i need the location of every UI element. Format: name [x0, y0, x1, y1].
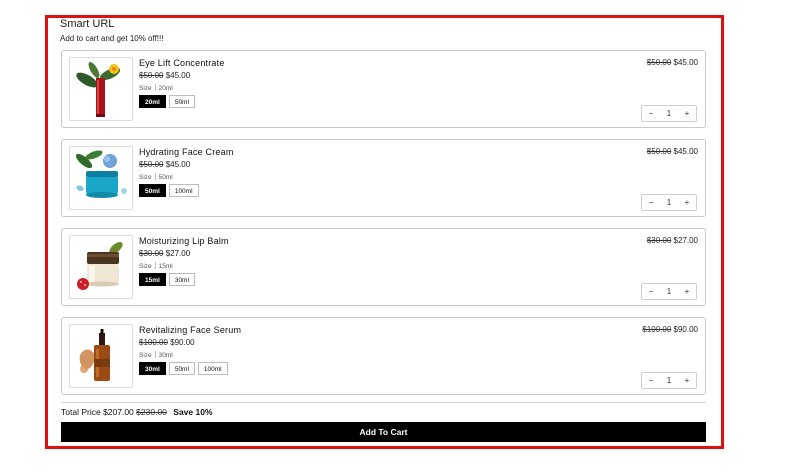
sale-price: $45.00	[165, 160, 191, 169]
increase-button[interactable]: +	[678, 109, 696, 118]
product-name[interactable]: Hydrating Face Cream	[139, 147, 234, 157]
total-original-price: $230.00	[136, 407, 167, 417]
size-option-20ml[interactable]: 20ml	[139, 95, 166, 108]
product-card-face-cream: Hydrating Face Cream $50.00 $45.00 Size 5…	[61, 139, 706, 217]
quantity-stepper: − 1 +	[641, 372, 697, 389]
product-name[interactable]: Revitalizing Face Serum	[139, 325, 241, 335]
quantity-stepper: − 1 +	[641, 283, 697, 300]
add-to-cart-button[interactable]: Add To Cart	[61, 422, 706, 442]
save-badge: Save 10%	[173, 407, 213, 417]
sale-price-right: $45.00	[673, 58, 698, 67]
total-label: Total Price	[61, 407, 101, 417]
size-options: 30ml 50ml 100ml	[139, 362, 228, 375]
size-value: 50ml	[158, 174, 173, 181]
quantity-value[interactable]: 1	[660, 287, 678, 296]
size-option-30ml[interactable]: 30ml	[168, 273, 195, 286]
widget-subtitle: Add to cart and get 10% off!!!	[60, 34, 164, 43]
product-image-face-cream[interactable]	[69, 146, 133, 210]
size-label: Size	[139, 263, 152, 270]
sale-price-right: $90.00	[673, 325, 698, 334]
quantity-stepper: − 1 +	[641, 105, 697, 122]
product-card-eye-lift: Eye Lift Concentrate $50.00 $45.00 Size 2…	[61, 50, 706, 128]
decrease-button[interactable]: −	[642, 287, 660, 296]
original-price-right: $50.00	[646, 58, 672, 67]
increase-button[interactable]: +	[678, 376, 696, 385]
sale-price-right: $27.00	[673, 236, 698, 245]
original-price-right: $100.00	[642, 325, 672, 334]
widget-title: Smart URL	[60, 18, 115, 30]
original-price: $30.00	[139, 249, 164, 258]
size-label-line: Size 15ml	[139, 262, 173, 270]
sale-price: $27.00	[165, 249, 191, 258]
original-price: $100.00	[139, 338, 168, 347]
size-option-100ml[interactable]: 100ml	[197, 362, 228, 375]
eye-lift-product-icon	[76, 62, 121, 117]
product-card-lip-balm: Moisturizing Lip Balm $30.00 $27.00 Size…	[61, 228, 706, 306]
sale-price-right: $45.00	[673, 147, 698, 156]
product-image-lip-balm[interactable]	[69, 235, 133, 299]
decrease-button[interactable]: −	[642, 198, 660, 207]
original-price: $50.00	[139, 160, 164, 169]
product-price-line: $50.00 $45.00	[139, 160, 190, 169]
total-price-line: Total Price $207.00 $230.00 Save 10%	[61, 407, 213, 417]
original-price-right: $30.00	[646, 236, 672, 245]
product-name[interactable]: Eye Lift Concentrate	[139, 58, 225, 68]
right-price-line: $50.00 $45.00	[647, 147, 698, 156]
original-price-right: $50.00	[646, 147, 672, 156]
quantity-value[interactable]: 1	[660, 376, 678, 385]
right-price-line: $100.00 $90.00	[642, 325, 698, 334]
size-value: 20ml	[158, 85, 173, 92]
decrease-button[interactable]: −	[642, 109, 660, 118]
size-options: 50ml 100ml	[139, 184, 199, 197]
size-value: 15ml	[158, 263, 173, 270]
lip-balm-product-icon	[77, 242, 123, 290]
size-options: 15ml 30ml	[139, 273, 195, 286]
quantity-value[interactable]: 1	[660, 109, 678, 118]
size-option-30ml[interactable]: 30ml	[139, 362, 166, 375]
size-label: Size	[139, 174, 152, 181]
right-price-line: $30.00 $27.00	[647, 236, 698, 245]
size-value: 30ml	[158, 352, 173, 359]
product-price-line: $30.00 $27.00	[139, 249, 190, 258]
product-price-line: $50.00 $45.00	[139, 71, 190, 80]
size-option-50ml[interactable]: 50ml	[168, 362, 195, 375]
product-image-face-serum[interactable]	[69, 324, 133, 388]
size-options: 20ml 50ml	[139, 95, 195, 108]
total-price: $207.00	[103, 407, 134, 417]
product-image-eye-lift[interactable]	[69, 57, 133, 121]
increase-button[interactable]: +	[678, 287, 696, 296]
quantity-stepper: − 1 +	[641, 194, 697, 211]
size-option-15ml[interactable]: 15ml	[139, 273, 166, 286]
size-label-line: Size 20ml	[139, 84, 173, 92]
product-price-line: $100.00 $90.00	[139, 338, 195, 347]
increase-button[interactable]: +	[678, 198, 696, 207]
size-option-100ml[interactable]: 100ml	[168, 184, 199, 197]
decrease-button[interactable]: −	[642, 376, 660, 385]
original-price: $50.00	[139, 71, 164, 80]
sale-price: $90.00	[170, 338, 195, 347]
quantity-value[interactable]: 1	[660, 198, 678, 207]
right-price-line: $50.00 $45.00	[647, 58, 698, 67]
face-cream-product-icon	[75, 150, 127, 198]
size-option-50ml[interactable]: 50ml	[168, 95, 195, 108]
product-card-face-serum: Revitalizing Face Serum $100.00 $90.00 S…	[61, 317, 706, 395]
product-name[interactable]: Moisturizing Lip Balm	[139, 236, 229, 246]
size-option-50ml[interactable]: 50ml	[139, 184, 166, 197]
size-label-line: Size 30ml	[139, 351, 173, 359]
size-label: Size	[139, 85, 152, 92]
sale-price: $45.00	[165, 71, 191, 80]
face-serum-product-icon	[79, 329, 110, 381]
footer-divider	[61, 402, 706, 403]
size-label-line: Size 50ml	[139, 173, 173, 181]
size-label: Size	[139, 352, 152, 359]
